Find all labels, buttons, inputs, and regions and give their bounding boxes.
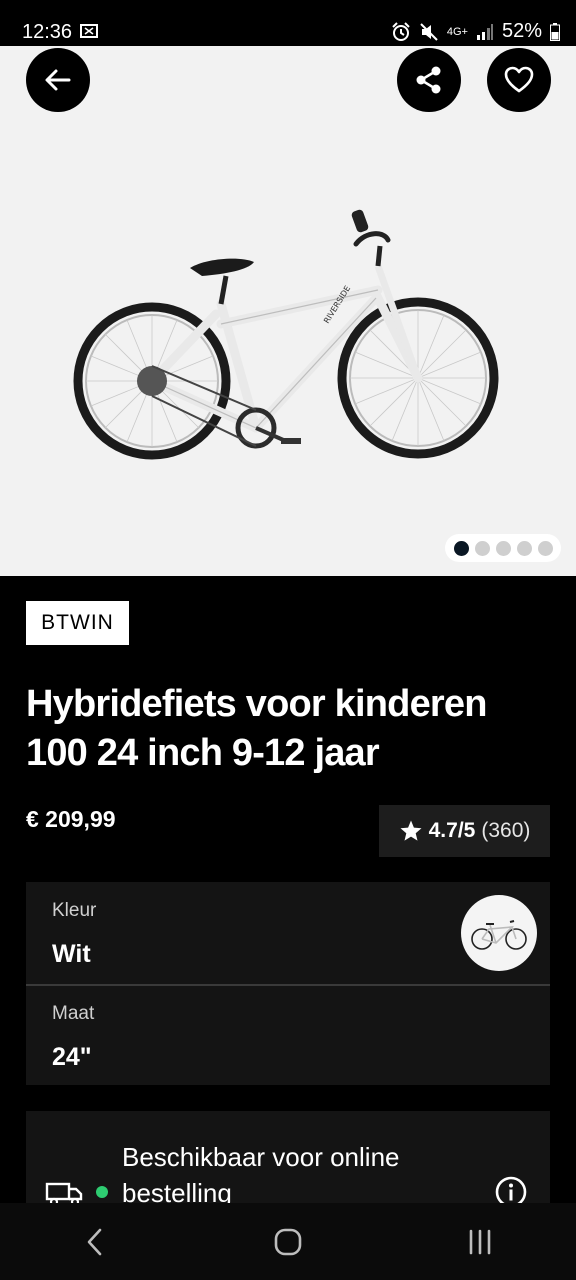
gallery-dot[interactable] bbox=[516, 540, 532, 556]
gallery-dot[interactable] bbox=[495, 540, 511, 556]
gallery-dot-active[interactable] bbox=[453, 540, 469, 556]
rating-score: 4.7/5 bbox=[428, 819, 476, 842]
product-title: Hybridefiets voor kinderen 100 24 inch 9… bbox=[26, 680, 556, 778]
network-type: 4G+ bbox=[446, 25, 468, 38]
status-icons: 4G+ 52% bbox=[391, 20, 560, 43]
alarm-icon bbox=[392, 21, 410, 41]
battery-level: 52% bbox=[501, 20, 542, 42]
share-button[interactable] bbox=[397, 48, 461, 112]
star-icon bbox=[400, 820, 422, 841]
color-label: Kleur bbox=[52, 900, 97, 921]
product-gallery[interactable]: RIVERSIDE bbox=[0, 46, 576, 576]
product-price: € 209,99 bbox=[26, 806, 116, 832]
size-option[interactable]: Maat 24" bbox=[26, 986, 550, 1085]
rating-button[interactable]: 4.7/5 (360) bbox=[379, 805, 550, 857]
screen-record-icon bbox=[80, 24, 98, 38]
system-navigation-bar bbox=[0, 1203, 576, 1280]
availability-text: Beschikbaar voor online bestelling bbox=[122, 1142, 400, 1206]
color-swatch[interactable] bbox=[461, 895, 537, 971]
nav-recents-icon[interactable] bbox=[460, 1222, 500, 1262]
gallery-dot[interactable] bbox=[537, 540, 553, 556]
battery-icon bbox=[550, 22, 560, 41]
share-icon bbox=[416, 66, 441, 94]
bike-thumbnail bbox=[471, 920, 527, 950]
product-image: RIVERSIDE bbox=[73, 209, 499, 460]
status-bar: 12:36 4G+ 52% bbox=[0, 0, 576, 46]
mute-icon bbox=[420, 22, 438, 41]
options-card: Kleur Wit Maat 24" bbox=[26, 882, 550, 1085]
nav-home-icon[interactable] bbox=[268, 1222, 308, 1262]
back-button[interactable] bbox=[26, 48, 90, 112]
size-label: Maat bbox=[52, 1003, 95, 1024]
brand-badge[interactable]: BTWIN bbox=[26, 601, 129, 645]
signal-icon bbox=[476, 23, 493, 40]
favorite-button[interactable] bbox=[487, 48, 551, 112]
color-option[interactable]: Kleur Wit bbox=[26, 882, 550, 984]
gallery-dot[interactable] bbox=[474, 540, 490, 556]
status-time: 12:36 bbox=[22, 21, 73, 43]
info-icon[interactable] bbox=[494, 1175, 528, 1206]
heart-icon bbox=[504, 66, 534, 93]
arrow-left-icon bbox=[45, 69, 71, 91]
color-value: Wit bbox=[52, 940, 91, 968]
size-value: 24" bbox=[52, 1043, 92, 1071]
product-title-line-2: 100 24 inch 9-12 jaar bbox=[26, 732, 380, 774]
gallery-pagination[interactable] bbox=[445, 534, 561, 562]
availability-card[interactable]: Beschikbaar voor online bestelling bbox=[26, 1111, 550, 1206]
nav-back-icon[interactable] bbox=[76, 1222, 116, 1262]
rating-count: (360) bbox=[481, 819, 531, 842]
product-title-line-1: Hybridefiets voor kinderen bbox=[26, 683, 487, 725]
availability-status-dot bbox=[96, 1186, 108, 1198]
